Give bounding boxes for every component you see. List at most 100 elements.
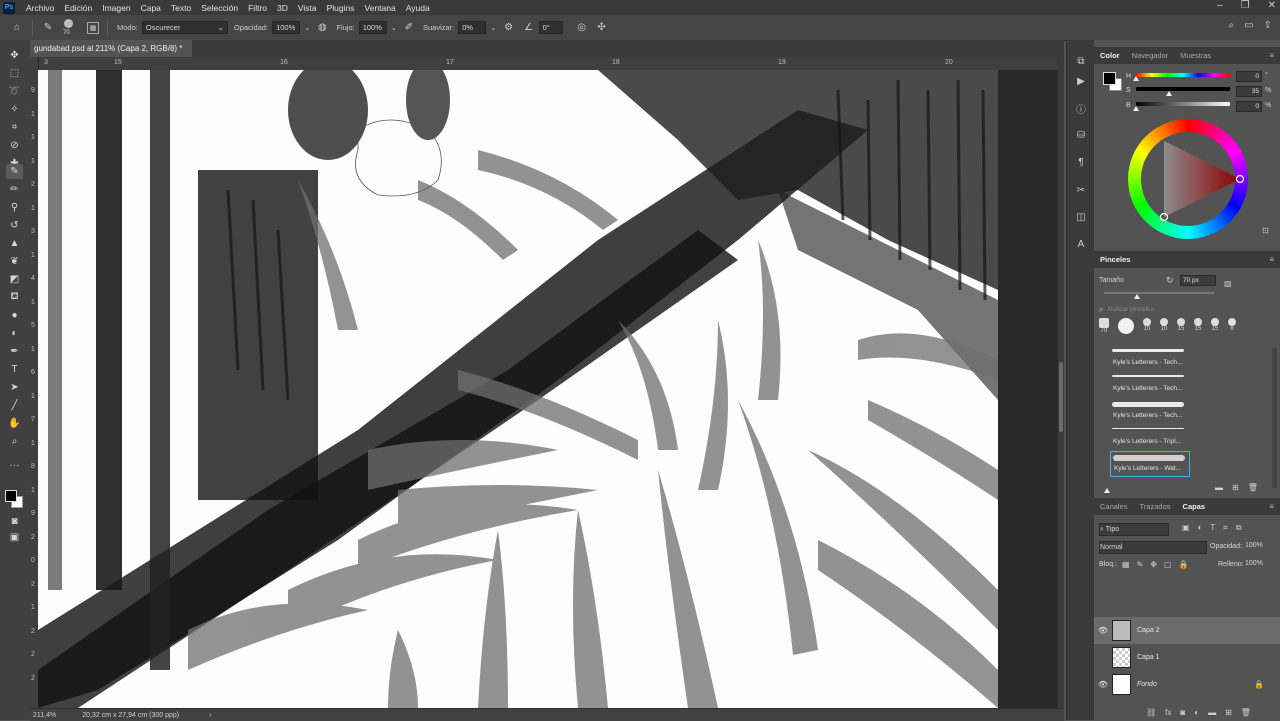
recent-brush[interactable]: 8 bbox=[1228, 318, 1236, 340]
vertical-scrollbar[interactable] bbox=[1058, 57, 1064, 708]
type-tool-icon[interactable]: T bbox=[6, 362, 23, 377]
angle-input[interactable]: 0° bbox=[538, 21, 563, 34]
flow-input[interactable]: 100% bbox=[358, 21, 387, 34]
brush-tool-preset-icon[interactable]: ✎ bbox=[41, 21, 55, 35]
recent-brush[interactable]: 70 bbox=[1099, 318, 1109, 340]
brush-tool-icon[interactable]: ✎ bbox=[6, 164, 23, 179]
dodge-tool-icon[interactable]: ◐ bbox=[6, 326, 23, 341]
foreground-color-swatch[interactable] bbox=[5, 490, 17, 502]
folder-icon[interactable]: ▬ bbox=[1215, 483, 1223, 492]
stamp-tool-icon[interactable]: ▲ bbox=[6, 236, 23, 251]
blur-tool-icon[interactable]: ● bbox=[6, 308, 23, 323]
adjustment-filter-icon[interactable]: ◐ bbox=[1198, 523, 1203, 533]
expand-icon[interactable]: ⊡ bbox=[1262, 226, 1269, 235]
home-icon[interactable]: ⌂ bbox=[10, 21, 24, 35]
menu-filtro[interactable]: Filtro bbox=[243, 3, 272, 13]
pen-tool-icon[interactable]: ✒ bbox=[6, 344, 23, 359]
artwork-canvas[interactable] bbox=[38, 70, 998, 708]
lock-all-icon[interactable]: 🔒 bbox=[1179, 560, 1189, 569]
brush-item[interactable]: Kyle's Letterers - Tripl... bbox=[1110, 425, 1188, 449]
path-selection-tool-icon[interactable]: ➤ bbox=[6, 380, 23, 395]
menu-capa[interactable]: Capa bbox=[136, 3, 166, 13]
hue-slider-thumb[interactable] bbox=[1133, 76, 1139, 81]
fill-input[interactable]: 100% bbox=[1245, 560, 1263, 567]
recent-brush[interactable] bbox=[1118, 318, 1134, 340]
lock-position-icon[interactable]: ✥ bbox=[1150, 560, 1157, 569]
layer-style-icon[interactable]: fx bbox=[1165, 708, 1171, 717]
brush-item[interactable]: Kyle's Letterers - Tech... bbox=[1110, 399, 1188, 423]
layer-filter-select[interactable]: ⌕ Tipo bbox=[1099, 523, 1169, 536]
lock-transparent-icon[interactable]: ▦ bbox=[1122, 560, 1130, 569]
chevron-down-icon[interactable]: ⌄ bbox=[391, 23, 397, 32]
symmetry-icon[interactable]: ✣ bbox=[595, 21, 609, 35]
size-slider-thumb[interactable] bbox=[1134, 294, 1140, 299]
hue-input[interactable]: 0 bbox=[1236, 71, 1262, 82]
size-slider[interactable] bbox=[1104, 292, 1214, 294]
zoom-tool-icon[interactable]: ⌕ bbox=[6, 434, 23, 449]
group-folder-icon[interactable]: ▬ bbox=[1208, 708, 1216, 717]
eyedropper-tool-icon[interactable]: ⊘ bbox=[6, 138, 23, 153]
add-mask-icon[interactable]: ◙ bbox=[1180, 708, 1185, 717]
lock-pixels-icon[interactable]: ✎ bbox=[1137, 560, 1144, 569]
toggle-brush-settings-icon[interactable]: ▦ bbox=[87, 21, 99, 34]
brushes-scrollbar[interactable] bbox=[1272, 348, 1277, 488]
scrollbar-thumb[interactable] bbox=[1059, 362, 1063, 432]
gear-icon[interactable]: ⚙ bbox=[502, 21, 516, 35]
info-panel-icon[interactable]: ⓘ bbox=[1074, 101, 1088, 116]
type-filter-icon[interactable]: T bbox=[1210, 523, 1215, 533]
hue-slider[interactable] bbox=[1136, 73, 1230, 77]
crop-tool-icon[interactable]: ⌗ bbox=[6, 120, 23, 135]
brush-item-selected[interactable]: Kyle's Letterers - Wat... bbox=[1110, 451, 1190, 477]
new-brush-icon[interactable]: ⊞ bbox=[1232, 483, 1239, 492]
recent-brush[interactable]: 15 bbox=[1211, 318, 1219, 340]
document-tab[interactable]: gundabad.psd al 211% (Capa 2, RGB/8) * bbox=[30, 40, 193, 57]
libraries-panel-icon[interactable]: ⛁ bbox=[1074, 128, 1088, 142]
lock-artboard-icon[interactable]: ▢ bbox=[1164, 560, 1172, 569]
paragraph-panel-icon[interactable]: ¶ bbox=[1074, 155, 1088, 169]
saturation-input[interactable]: 35 bbox=[1236, 86, 1262, 97]
move-tool-icon[interactable]: ✥ bbox=[6, 48, 23, 63]
menu-ventana[interactable]: Ventana bbox=[360, 3, 401, 13]
tab-muestras[interactable]: Muestras bbox=[1174, 51, 1217, 60]
new-layer-icon[interactable]: ⊞ bbox=[1225, 708, 1232, 717]
brush-item[interactable]: Kyle's Letterers - Tech... bbox=[1110, 346, 1188, 370]
mode-select[interactable]: Oscurecer ⌄ bbox=[141, 21, 228, 34]
layer-opacity-input[interactable]: 100% bbox=[1245, 542, 1263, 549]
actions-panel-icon[interactable]: ▶ bbox=[1074, 74, 1088, 88]
blend-mode-select[interactable]: Normal bbox=[1099, 541, 1207, 554]
saturation-slider-thumb[interactable] bbox=[1165, 91, 1172, 96]
art-history-tool-icon[interactable]: ❦ bbox=[6, 254, 23, 269]
workspace-icon[interactable]: ▭ bbox=[1244, 20, 1253, 31]
shape-filter-icon[interactable]: ⌗ bbox=[1223, 523, 1228, 533]
saturation-slider[interactable] bbox=[1136, 87, 1230, 91]
tab-capas[interactable]: Capas bbox=[1177, 502, 1212, 511]
tab-canales[interactable]: Canales bbox=[1094, 502, 1134, 511]
tab-color[interactable]: Color bbox=[1094, 51, 1126, 60]
marquee-tool-icon[interactable]: ⬚ bbox=[6, 66, 23, 81]
screen-mode-icon[interactable]: ▣ bbox=[6, 530, 23, 545]
adjustment-layer-icon[interactable]: ◐ bbox=[1194, 708, 1199, 717]
eraser-tool-icon[interactable]: ◩ bbox=[6, 272, 23, 287]
recent-brush[interactable]: 10 bbox=[1160, 318, 1168, 340]
history-panel-icon[interactable]: ⧉ bbox=[1074, 54, 1088, 68]
visibility-eye-icon[interactable]: 👁 bbox=[1094, 626, 1112, 635]
airbrush-icon[interactable]: ✐ bbox=[402, 21, 416, 35]
maximize-icon[interactable]: ❐ bbox=[1241, 0, 1250, 11]
menu-texto[interactable]: Texto bbox=[166, 3, 196, 13]
layer-row[interactable]: 👁 Fondo 🔒 bbox=[1094, 671, 1280, 698]
layer-row[interactable]: 👁 Capa 2 bbox=[1094, 617, 1280, 644]
pressure-opacity-icon[interactable]: ◍ bbox=[315, 21, 329, 35]
tab-trazados[interactable]: Trazados bbox=[1134, 502, 1177, 511]
menu-vista[interactable]: Vista bbox=[293, 3, 322, 13]
panel-menu-icon[interactable]: ≡ bbox=[1269, 51, 1274, 60]
tool-presets-panel-icon[interactable]: ✂ bbox=[1074, 183, 1088, 197]
share-icon[interactable]: ⇪ bbox=[1264, 20, 1272, 31]
brightness-slider-thumb[interactable] bbox=[1133, 106, 1139, 111]
brush-item[interactable]: Kyle's Letterers - Tech... bbox=[1110, 372, 1188, 396]
color-triangle[interactable] bbox=[1128, 119, 1248, 239]
history-brush-tool-icon[interactable]: ↺ bbox=[6, 218, 23, 233]
minimize-icon[interactable]: – bbox=[1217, 0, 1223, 11]
pressure-size-icon[interactable]: ◎ bbox=[575, 21, 589, 35]
color-wheel[interactable] bbox=[1128, 119, 1248, 239]
hand-tool-icon[interactable]: ✋ bbox=[6, 416, 23, 431]
